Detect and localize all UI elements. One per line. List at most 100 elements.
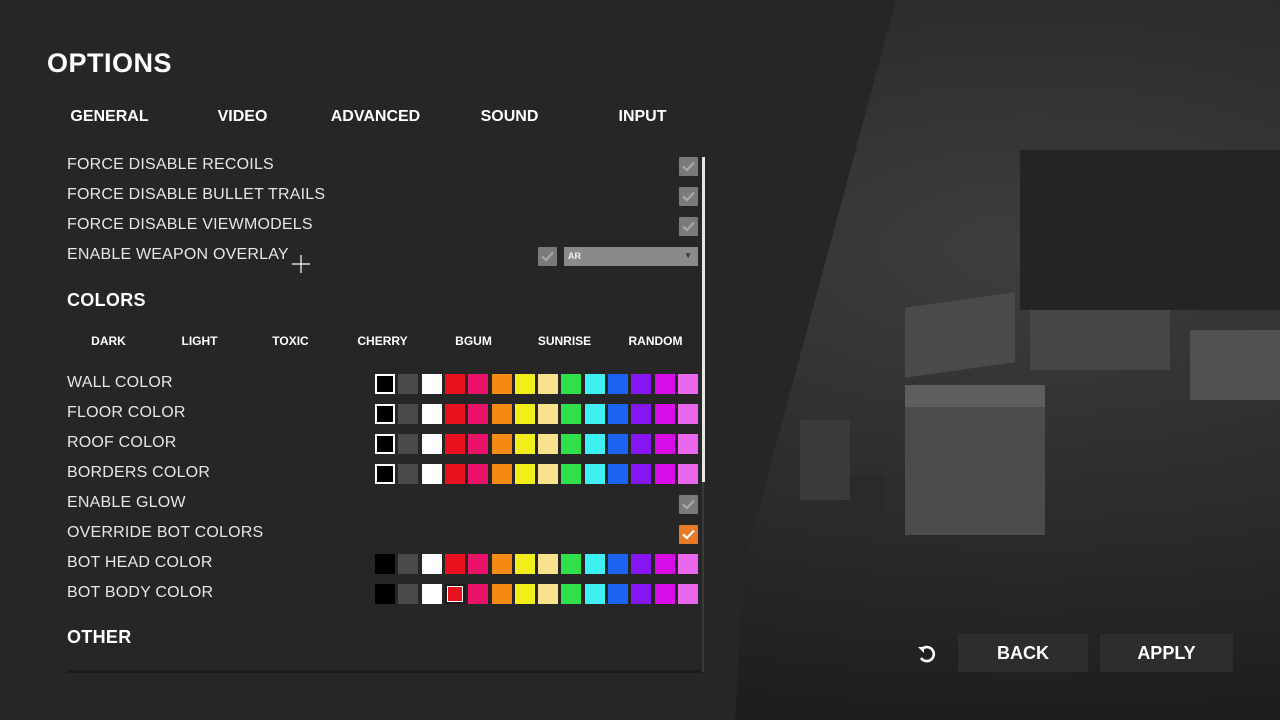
color-swatch[interactable] bbox=[677, 374, 698, 394]
color-swatch[interactable] bbox=[561, 374, 582, 394]
color-swatch[interactable] bbox=[468, 434, 489, 454]
color-swatch[interactable] bbox=[654, 584, 675, 604]
color-swatch[interactable] bbox=[514, 404, 535, 424]
apply-button[interactable]: APPLY bbox=[1100, 634, 1233, 672]
preset-light-button[interactable]: LIGHT bbox=[154, 334, 245, 348]
color-swatch[interactable] bbox=[608, 464, 628, 484]
color-swatch[interactable] bbox=[654, 434, 675, 454]
color-swatch[interactable] bbox=[491, 374, 512, 394]
color-swatch[interactable] bbox=[584, 374, 605, 394]
color-swatch[interactable] bbox=[491, 584, 512, 604]
color-swatch[interactable] bbox=[608, 554, 628, 574]
color-swatch[interactable] bbox=[398, 434, 419, 454]
color-swatch[interactable] bbox=[444, 464, 465, 484]
color-swatch[interactable] bbox=[421, 464, 442, 484]
color-swatch[interactable] bbox=[375, 584, 395, 604]
color-swatch[interactable] bbox=[421, 554, 442, 574]
color-swatch[interactable] bbox=[631, 374, 652, 394]
color-swatch[interactable] bbox=[491, 434, 512, 454]
color-swatch[interactable] bbox=[468, 554, 489, 574]
options-scrollbar-thumb[interactable] bbox=[702, 157, 705, 482]
color-swatch[interactable] bbox=[468, 404, 489, 424]
color-swatch[interactable] bbox=[608, 584, 628, 604]
color-swatch[interactable] bbox=[398, 404, 419, 424]
color-swatch[interactable] bbox=[514, 584, 535, 604]
color-swatch[interactable] bbox=[654, 554, 675, 574]
color-swatch[interactable] bbox=[631, 464, 652, 484]
color-swatch[interactable] bbox=[538, 464, 559, 484]
undo-icon[interactable] bbox=[916, 643, 938, 665]
override-bot-colors-checkbox[interactable] bbox=[679, 525, 698, 544]
options-scrollbar-track[interactable] bbox=[702, 482, 704, 672]
color-swatch[interactable] bbox=[631, 434, 652, 454]
color-swatch[interactable] bbox=[468, 464, 489, 484]
color-swatch[interactable] bbox=[468, 374, 489, 394]
preset-random-button[interactable]: RANDOM bbox=[610, 334, 701, 348]
color-swatch[interactable] bbox=[677, 434, 698, 454]
color-swatch[interactable] bbox=[631, 554, 652, 574]
color-swatch[interactable] bbox=[421, 374, 442, 394]
preset-sunrise-button[interactable]: SUNRISE bbox=[519, 334, 610, 348]
preset-dark-button[interactable]: DARK bbox=[63, 334, 154, 348]
color-swatch[interactable] bbox=[398, 374, 419, 394]
color-swatch[interactable] bbox=[375, 554, 395, 574]
color-swatch[interactable] bbox=[677, 404, 698, 424]
color-swatch[interactable] bbox=[491, 404, 512, 424]
color-swatch[interactable] bbox=[375, 434, 395, 454]
color-swatch[interactable] bbox=[375, 464, 395, 484]
tab-advanced[interactable]: ADVANCED bbox=[309, 108, 442, 126]
color-swatch[interactable] bbox=[654, 404, 675, 424]
color-swatch[interactable] bbox=[514, 374, 535, 394]
tab-video[interactable]: VIDEO bbox=[176, 108, 309, 126]
color-swatch[interactable] bbox=[514, 554, 535, 574]
color-swatch[interactable] bbox=[421, 434, 442, 454]
back-button[interactable]: BACK bbox=[958, 634, 1088, 672]
weapon-overlay-dropdown[interactable]: AR ▼ bbox=[564, 247, 698, 266]
color-swatch[interactable] bbox=[584, 404, 605, 424]
color-swatch[interactable] bbox=[631, 584, 652, 604]
color-swatch[interactable] bbox=[538, 404, 559, 424]
preset-toxic-button[interactable]: TOXIC bbox=[245, 334, 336, 348]
color-swatch[interactable] bbox=[468, 584, 489, 604]
preset-bgum-button[interactable]: BGUM bbox=[428, 334, 519, 348]
color-swatch[interactable] bbox=[677, 584, 698, 604]
color-swatch[interactable] bbox=[421, 584, 442, 604]
color-swatch[interactable] bbox=[677, 464, 698, 484]
color-swatch[interactable] bbox=[561, 434, 582, 454]
color-swatch[interactable] bbox=[608, 434, 628, 454]
color-swatch[interactable] bbox=[375, 404, 395, 424]
color-swatch[interactable] bbox=[538, 584, 559, 604]
color-swatch[interactable] bbox=[584, 464, 605, 484]
color-swatch[interactable] bbox=[375, 374, 395, 394]
color-swatch[interactable] bbox=[421, 404, 442, 424]
color-swatch[interactable] bbox=[631, 404, 652, 424]
color-swatch[interactable] bbox=[491, 554, 512, 574]
color-swatch[interactable] bbox=[677, 554, 698, 574]
enable-glow-checkbox[interactable] bbox=[679, 495, 698, 514]
color-swatch[interactable] bbox=[538, 554, 559, 574]
color-swatch[interactable] bbox=[654, 464, 675, 484]
color-swatch[interactable] bbox=[561, 464, 582, 484]
color-swatch[interactable] bbox=[608, 374, 628, 394]
force-disable-recoils-checkbox[interactable] bbox=[679, 157, 698, 176]
color-swatch[interactable] bbox=[491, 464, 512, 484]
preset-cherry-button[interactable]: CHERRY bbox=[337, 334, 428, 348]
color-swatch[interactable] bbox=[584, 434, 605, 454]
color-swatch[interactable] bbox=[538, 374, 559, 394]
color-swatch[interactable] bbox=[584, 584, 605, 604]
color-swatch[interactable] bbox=[584, 554, 605, 574]
color-swatch[interactable] bbox=[608, 404, 628, 424]
enable-weapon-overlay-checkbox[interactable] bbox=[538, 247, 557, 266]
color-swatch[interactable] bbox=[514, 434, 535, 454]
tab-sound[interactable]: SOUND bbox=[443, 108, 576, 126]
color-swatch[interactable] bbox=[538, 434, 559, 454]
color-swatch[interactable] bbox=[514, 464, 535, 484]
color-swatch[interactable] bbox=[444, 554, 465, 574]
color-swatch[interactable] bbox=[444, 434, 465, 454]
tab-input[interactable]: INPUT bbox=[576, 108, 709, 126]
color-swatch[interactable] bbox=[398, 584, 419, 604]
color-swatch[interactable] bbox=[444, 584, 465, 604]
color-swatch[interactable] bbox=[398, 464, 419, 484]
force-disable-bullet-trails-checkbox[interactable] bbox=[679, 187, 698, 206]
force-disable-viewmodels-checkbox[interactable] bbox=[679, 217, 698, 236]
